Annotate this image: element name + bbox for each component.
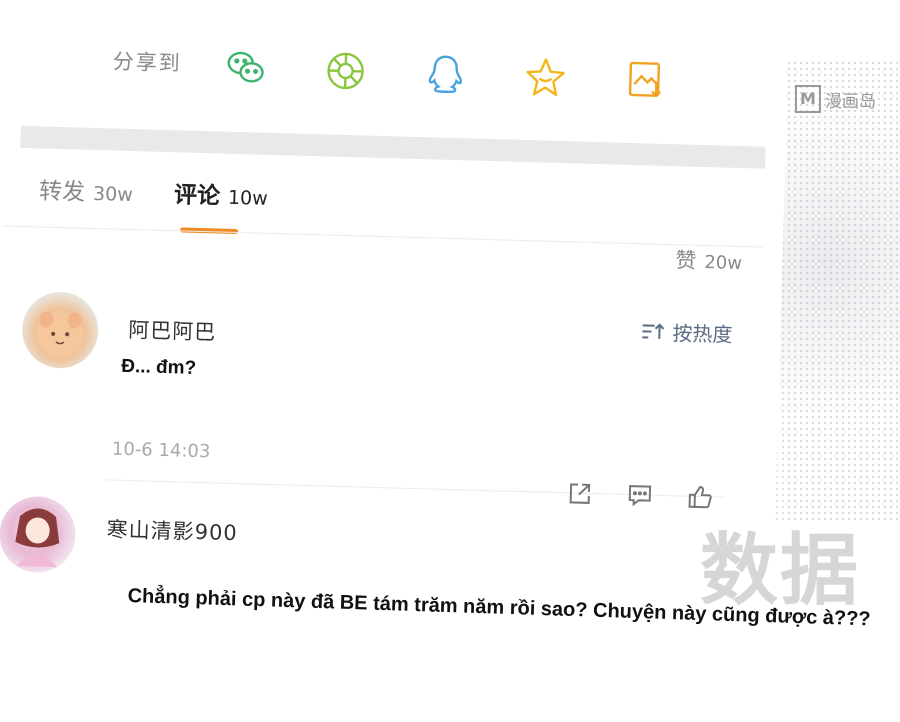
- tab-repost-count: 30w: [93, 183, 133, 206]
- tab-likes-count: 20w: [704, 252, 742, 274]
- avatar[interactable]: [0, 495, 77, 573]
- share-label: 分享到: [112, 45, 182, 77]
- avatar[interactable]: [21, 291, 99, 369]
- tab-likes-label: 赞: [675, 244, 697, 275]
- sort-label: 按热度: [672, 317, 733, 348]
- moments-icon[interactable]: [322, 47, 369, 94]
- sort-toggle[interactable]: 按热度: [640, 316, 733, 348]
- sort-icon: [640, 321, 665, 342]
- tab-comment-label: 评论: [174, 175, 221, 210]
- tab-comment[interactable]: 评论 10w: [174, 175, 269, 212]
- favorite-star-icon[interactable]: [522, 53, 569, 100]
- section-separator: [20, 126, 765, 169]
- tab-likes[interactable]: 赞 20w: [675, 244, 742, 276]
- comment-username[interactable]: 阿巴阿巴: [128, 314, 217, 346]
- qq-icon[interactable]: [422, 50, 469, 97]
- logo-text: 漫画岛: [825, 87, 876, 112]
- wechat-icon[interactable]: [222, 45, 269, 92]
- tab-repost[interactable]: 转发 30w: [39, 171, 134, 208]
- comment-text: Đ... đm?: [121, 356, 197, 380]
- manga-island-logo: M 漫画岛: [795, 82, 876, 116]
- share-icon[interactable]: [565, 479, 596, 510]
- tab-bar: 转发 30w 评论 10w: [38, 171, 739, 241]
- tab-comment-count: 10w: [228, 187, 268, 210]
- logo-m-mark: M: [795, 85, 821, 113]
- comment-username[interactable]: 寒山清影900: [106, 513, 238, 547]
- comment-icon[interactable]: [625, 481, 656, 512]
- comment-timestamp: 10-6 14:03: [112, 439, 211, 463]
- tab-repost-label: 转发: [39, 171, 86, 206]
- save-image-icon[interactable]: [622, 56, 669, 103]
